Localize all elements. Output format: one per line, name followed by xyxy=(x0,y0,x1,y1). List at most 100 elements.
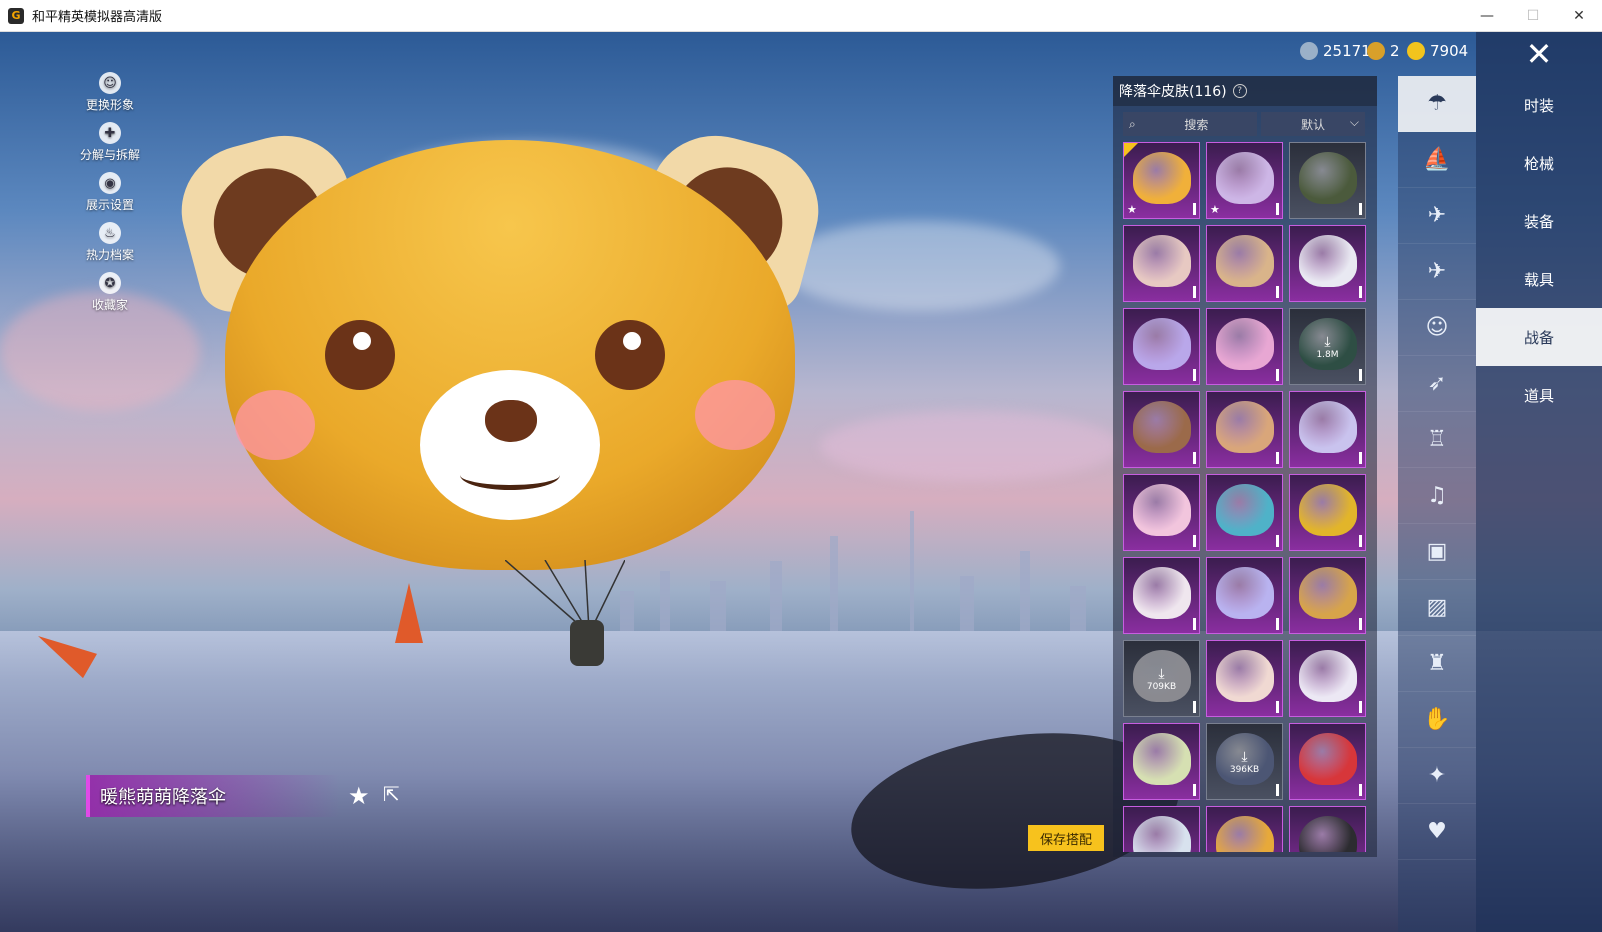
skin-item[interactable] xyxy=(1206,308,1283,385)
left-menu-item[interactable]: ✪ 收藏家 xyxy=(70,272,150,313)
skin-item[interactable] xyxy=(1289,225,1366,302)
download-size: ⤓ 396KB xyxy=(1207,749,1282,775)
save-outfit-button[interactable]: 保存搭配 xyxy=(1028,825,1104,851)
skin-item[interactable] xyxy=(1123,308,1200,385)
left-menu-label: 展示设置 xyxy=(85,198,134,212)
rarity-bar xyxy=(1359,784,1362,796)
rarity-bar xyxy=(1276,286,1279,298)
skin-thumbnail xyxy=(1133,484,1191,536)
help-icon[interactable]: ? xyxy=(1232,84,1247,98)
skin-thumbnail xyxy=(1216,567,1274,619)
left-menu-item[interactable]: ♨ 热力档案 xyxy=(70,222,150,263)
skin-thumbnail xyxy=(1299,567,1357,619)
left-menu-item[interactable]: ◉ 展示设置 xyxy=(70,172,150,213)
skin-thumbnail xyxy=(1133,152,1191,204)
skin-item[interactable] xyxy=(1123,557,1200,634)
eye-icon: ◉ xyxy=(99,172,121,194)
skin-grid: ★ ★ ⤓ 1.8M ⤓ 709KB ⤓ 396KB xyxy=(1123,142,1369,852)
window-close-button[interactable]: ✕ xyxy=(1556,0,1602,31)
skin-item[interactable] xyxy=(1289,557,1366,634)
share-icon[interactable]: ⇱ xyxy=(383,782,409,806)
chicken-icon[interactable]: ♥ xyxy=(1398,804,1476,860)
skin-item[interactable]: ⤓ 709KB xyxy=(1123,640,1200,717)
magic-wand-icon[interactable]: ✦ xyxy=(1398,748,1476,804)
skin-item[interactable] xyxy=(1289,806,1366,852)
left-menu: ☺ 更换形象 ✚ 分解与拆解 ◉ 展示设置 ♨ 热力档案 ✪ 收藏家 xyxy=(70,72,150,322)
tab-1[interactable]: 枪械 xyxy=(1476,134,1602,192)
skin-item[interactable] xyxy=(1206,474,1283,551)
skin-thumbnail xyxy=(1299,816,1357,852)
rarity-bar xyxy=(1276,369,1279,381)
skin-item[interactable]: ★ xyxy=(1123,142,1200,219)
skin-item[interactable] xyxy=(1289,474,1366,551)
parachute-icon[interactable]: ☂ xyxy=(1398,76,1476,132)
rarity-bar xyxy=(1359,535,1362,547)
tab-2[interactable]: 装备 xyxy=(1476,192,1602,250)
skin-thumbnail xyxy=(1299,650,1357,702)
selected-item-name: 暖熊萌萌降落伞 xyxy=(100,787,226,808)
rarity-bar xyxy=(1359,452,1362,464)
hand-icon[interactable]: ✋ xyxy=(1398,692,1476,748)
download-size: ⤓ 709KB xyxy=(1124,666,1199,692)
skin-item[interactable] xyxy=(1123,391,1200,468)
rarity-bar xyxy=(1193,618,1196,630)
glider-icon[interactable]: ➶ xyxy=(1398,356,1476,412)
tab-3[interactable]: 载具 xyxy=(1476,250,1602,308)
skin-thumbnail xyxy=(1299,152,1357,204)
favorite-star-icon: ★ xyxy=(1127,203,1137,216)
panel-title: 降落伞皮肤(116) xyxy=(1119,84,1227,100)
drone-icon[interactable]: ✈ xyxy=(1398,188,1476,244)
emote-face-icon[interactable]: ☺ xyxy=(1398,300,1476,356)
maximize-button[interactable]: ☐ xyxy=(1510,0,1556,31)
skin-item[interactable] xyxy=(1206,640,1283,717)
spray-icon[interactable]: ♜ xyxy=(1398,636,1476,692)
skin-thumbnail xyxy=(1216,401,1274,453)
left-menu-label: 收藏家 xyxy=(91,298,128,312)
collector-badge-icon: ✪ xyxy=(99,272,121,294)
skin-item[interactable] xyxy=(1123,474,1200,551)
skin-item[interactable] xyxy=(1289,640,1366,717)
left-menu-item[interactable]: ☺ 更换形象 xyxy=(70,72,150,113)
tab-4[interactable]: 战备 xyxy=(1476,308,1602,366)
skin-item[interactable]: ⤓ 1.8M xyxy=(1289,308,1366,385)
rarity-bar xyxy=(1359,618,1362,630)
left-menu-label: 分解与拆解 xyxy=(79,148,140,162)
gold-coin-icon xyxy=(1407,42,1425,60)
sort-dropdown[interactable]: 默认 ⌵ xyxy=(1261,112,1365,136)
chat-bubble-icon[interactable]: ▣ xyxy=(1398,524,1476,580)
tab-0[interactable]: 时装 xyxy=(1476,76,1602,134)
skin-item[interactable] xyxy=(1123,723,1200,800)
skin-item[interactable] xyxy=(1206,391,1283,468)
boat-icon[interactable]: ⛵ xyxy=(1398,132,1476,188)
minimize-button[interactable]: — xyxy=(1464,0,1510,31)
speaker-icon[interactable]: ♫ xyxy=(1398,468,1476,524)
skin-item[interactable] xyxy=(1289,723,1366,800)
skin-item[interactable]: ★ xyxy=(1206,142,1283,219)
skin-item[interactable]: ⤓ 396KB xyxy=(1206,723,1283,800)
skin-item[interactable] xyxy=(1206,225,1283,302)
rarity-bar xyxy=(1193,203,1196,215)
currency-gold[interactable]: 7904 xyxy=(1407,42,1468,60)
currency-value: 7904 xyxy=(1430,42,1469,60)
rarity-bar xyxy=(1193,369,1196,381)
skin-item[interactable] xyxy=(1123,806,1200,852)
skin-item[interactable] xyxy=(1206,557,1283,634)
parachute-preview[interactable] xyxy=(167,120,835,670)
skin-item[interactable] xyxy=(1206,806,1283,852)
title-bar: G 和平精英模拟器高清版 — ☐ ✕ xyxy=(0,0,1602,32)
skin-item[interactable] xyxy=(1289,142,1366,219)
tab-5[interactable]: 道具 xyxy=(1476,366,1602,424)
skin-item[interactable] xyxy=(1289,391,1366,468)
favorite-star-icon[interactable]: ★ xyxy=(348,782,370,810)
parachute-canopy xyxy=(225,140,795,570)
skin-thumbnail xyxy=(1216,235,1274,287)
photo-icon[interactable]: ▨ xyxy=(1398,580,1476,636)
search-input[interactable]: ⌕ 搜索 xyxy=(1123,112,1257,136)
plane-icon[interactable]: ✈ xyxy=(1398,244,1476,300)
skin-item[interactable] xyxy=(1123,225,1200,302)
skin-thumbnail xyxy=(1133,318,1191,370)
close-icon[interactable]: ✕ xyxy=(1476,31,1602,76)
robot-icon[interactable]: ♖ xyxy=(1398,412,1476,468)
flame-icon: ♨ xyxy=(99,222,121,244)
left-menu-item[interactable]: ✚ 分解与拆解 xyxy=(70,122,150,163)
